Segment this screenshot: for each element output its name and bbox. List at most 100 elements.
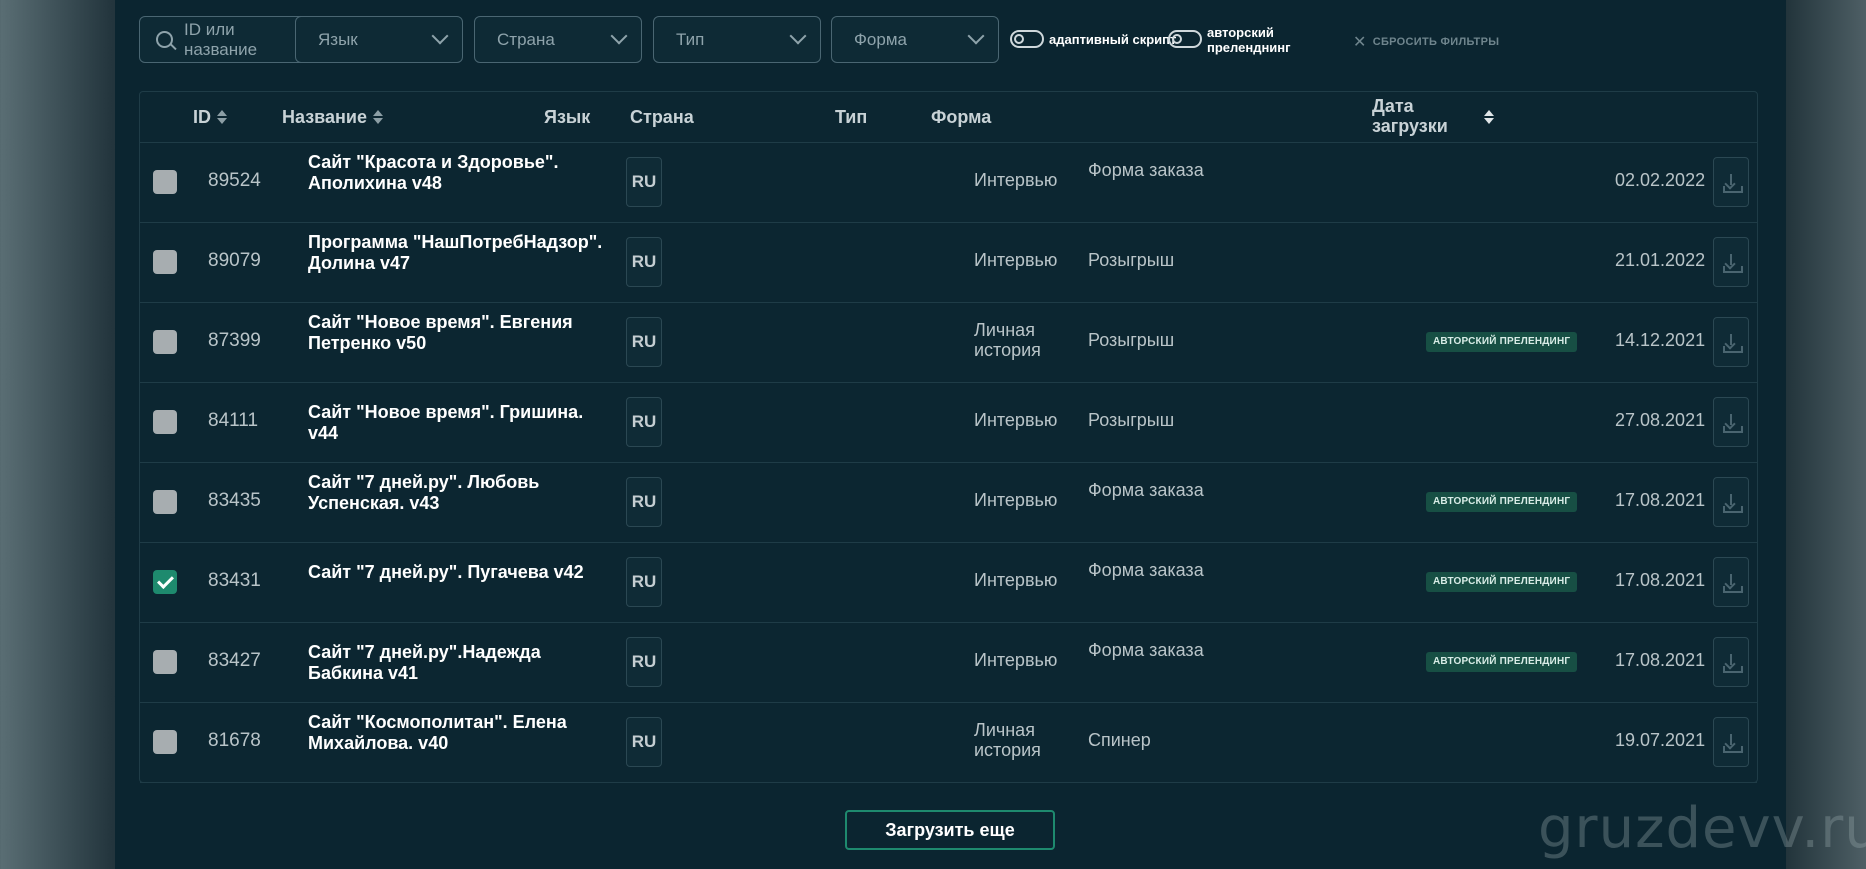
- row-language-badge: RU: [626, 397, 662, 447]
- row-form: Форма заказа: [1088, 560, 1204, 580]
- close-icon: ✕: [1353, 34, 1367, 51]
- language-select-label: Язык: [318, 29, 358, 49]
- row-date: 17.08.2021: [1615, 490, 1706, 510]
- table-header: ID Название Язык Страна Тип Форма Дата з…: [140, 92, 1757, 143]
- table-row: 83431 Сайт "7 дней.ру". Пугачева v42 RU Инт…: [140, 542, 1757, 623]
- author-prelanding-toggle[interactable]: [1168, 30, 1202, 48]
- download-button[interactable]: [1713, 237, 1749, 287]
- row-name: Сайт "Новое время". Гришина. v44: [308, 402, 584, 443]
- language-select[interactable]: Язык: [295, 16, 463, 63]
- download-button[interactable]: [1713, 557, 1749, 607]
- load-more-button[interactable]: Загрузить еще: [845, 810, 1055, 850]
- type-select-label: Тип: [676, 29, 705, 49]
- row-form: Форма заказа: [1088, 640, 1204, 660]
- scripts-table: ID Название Язык Страна Тип Форма Дата з…: [139, 91, 1758, 783]
- row-name: Сайт "7 дней.ру". Пугачева v42: [308, 562, 584, 582]
- country-select-label: Страна: [497, 29, 555, 49]
- download-button[interactable]: [1713, 397, 1749, 447]
- download-button[interactable]: [1713, 717, 1749, 767]
- download-button[interactable]: [1713, 477, 1749, 527]
- download-tray-icon: [1723, 266, 1743, 273]
- download-icon: [1730, 574, 1732, 585]
- download-icon: [1730, 414, 1732, 425]
- row-date: 27.08.2021: [1615, 410, 1706, 430]
- row-checkbox[interactable]: [153, 330, 177, 354]
- form-select[interactable]: Форма: [831, 16, 999, 63]
- table-row: 83435 Сайт "7 дней.ру". Любовь Успенская.…: [140, 462, 1757, 543]
- author-prelanding-label: авторский преленднинг: [1207, 25, 1291, 55]
- reset-filters-label: СБРОСИТЬ ФИЛЬТРЫ: [1372, 36, 1500, 48]
- header-date-line2: загрузки: [1372, 116, 1448, 136]
- row-date: 02.02.2022: [1615, 170, 1706, 190]
- row-form: Розыгрыш: [1088, 330, 1175, 350]
- row-id: 83435: [208, 490, 261, 511]
- adaptive-script-toggle[interactable]: [1010, 30, 1044, 48]
- row-form: Розыгрыш: [1088, 410, 1175, 430]
- country-select[interactable]: Страна: [474, 16, 642, 63]
- chevron-down-icon: [789, 27, 807, 45]
- row-language-badge: RU: [626, 157, 662, 207]
- row-name: Сайт "Новое время". Евгения Петренко v50: [308, 312, 573, 353]
- row-name: Сайт "7 дней.ру".Надежда Бабкина v41: [308, 642, 541, 683]
- author-prelanding-label-line1: авторский: [1207, 25, 1274, 40]
- header-language: Язык: [544, 107, 591, 127]
- author-prelanding-badge: АВТОРСКИЙ ПРЕЛЕНДИНГ: [1426, 652, 1578, 672]
- row-date: 17.08.2021: [1615, 570, 1706, 590]
- download-icon: [1730, 734, 1732, 745]
- sort-icon[interactable]: [1484, 110, 1494, 124]
- download-button[interactable]: [1713, 637, 1749, 687]
- chevron-down-icon: [610, 27, 628, 45]
- author-prelanding-badge: АВТОРСКИЙ ПРЕЛЕНДИНГ: [1426, 332, 1578, 352]
- row-checkbox[interactable]: [153, 170, 177, 194]
- type-select[interactable]: Тип: [653, 16, 821, 63]
- form-select-label: Форма: [854, 29, 907, 49]
- row-language-badge: RU: [626, 237, 662, 287]
- row-id: 87399: [208, 330, 261, 351]
- table-row: 89524 Сайт "Красота и Здоровье". Аполихин…: [140, 142, 1757, 223]
- download-icon: [1730, 494, 1732, 505]
- row-name: Сайт "Красота и Здоровье". Аполихина v48: [308, 152, 559, 193]
- row-checkbox[interactable]: [153, 410, 177, 434]
- row-type: Личная история: [974, 720, 1041, 760]
- main-panel: ID или название Язык Страна Тип Форма ад…: [115, 0, 1786, 869]
- download-tray-icon: [1723, 186, 1743, 193]
- row-name: Сайт "Космополитан". Елена Михайлова. v4…: [308, 712, 567, 753]
- search-input[interactable]: ID или название: [139, 16, 307, 63]
- row-form: Форма заказа: [1088, 480, 1204, 500]
- reset-filters-button[interactable]: ✕ СБРОСИТЬ ФИЛЬТРЫ: [1353, 32, 1499, 52]
- row-type: Интервью: [974, 410, 1058, 430]
- header-name[interactable]: Название: [282, 107, 383, 128]
- row-type: Интервью: [974, 250, 1058, 270]
- row-checkbox[interactable]: [153, 570, 177, 594]
- row-checkbox[interactable]: [153, 490, 177, 514]
- download-tray-icon: [1723, 746, 1743, 753]
- row-language-badge: RU: [626, 637, 662, 687]
- row-checkbox[interactable]: [153, 730, 177, 754]
- header-form: Форма: [931, 107, 992, 127]
- download-icon: [1730, 174, 1732, 185]
- chevron-down-icon: [431, 27, 449, 45]
- search-placeholder: ID или название: [184, 19, 258, 59]
- row-form: Форма заказа: [1088, 160, 1204, 180]
- author-prelanding-badge: АВТОРСКИЙ ПРЕЛЕНДИНГ: [1426, 572, 1578, 592]
- row-name: Сайт "7 дней.ру". Любовь Успенская. v43: [308, 472, 540, 513]
- header-id-label: ID: [193, 107, 211, 127]
- row-id: 83431: [208, 570, 261, 591]
- row-date: 17.08.2021: [1615, 650, 1706, 670]
- chevron-down-icon: [967, 27, 985, 45]
- sort-icon: [217, 110, 227, 124]
- table-row: 89079 Программа "НашПотребНадзор". Долина…: [140, 222, 1757, 303]
- header-country: Страна: [630, 107, 694, 127]
- row-checkbox[interactable]: [153, 250, 177, 274]
- header-id[interactable]: ID: [193, 107, 227, 128]
- adaptive-script-label: адаптивный скрипт: [1049, 32, 1177, 47]
- download-button[interactable]: [1713, 157, 1749, 207]
- header-date[interactable]: Дата загрузки: [1372, 96, 1448, 136]
- row-type: Интервью: [974, 570, 1058, 590]
- download-button[interactable]: [1713, 317, 1749, 367]
- row-checkbox[interactable]: [153, 650, 177, 674]
- download-icon: [1730, 254, 1732, 265]
- download-tray-icon: [1723, 586, 1743, 593]
- row-date: 21.01.2022: [1615, 250, 1706, 270]
- row-language-badge: RU: [626, 317, 662, 367]
